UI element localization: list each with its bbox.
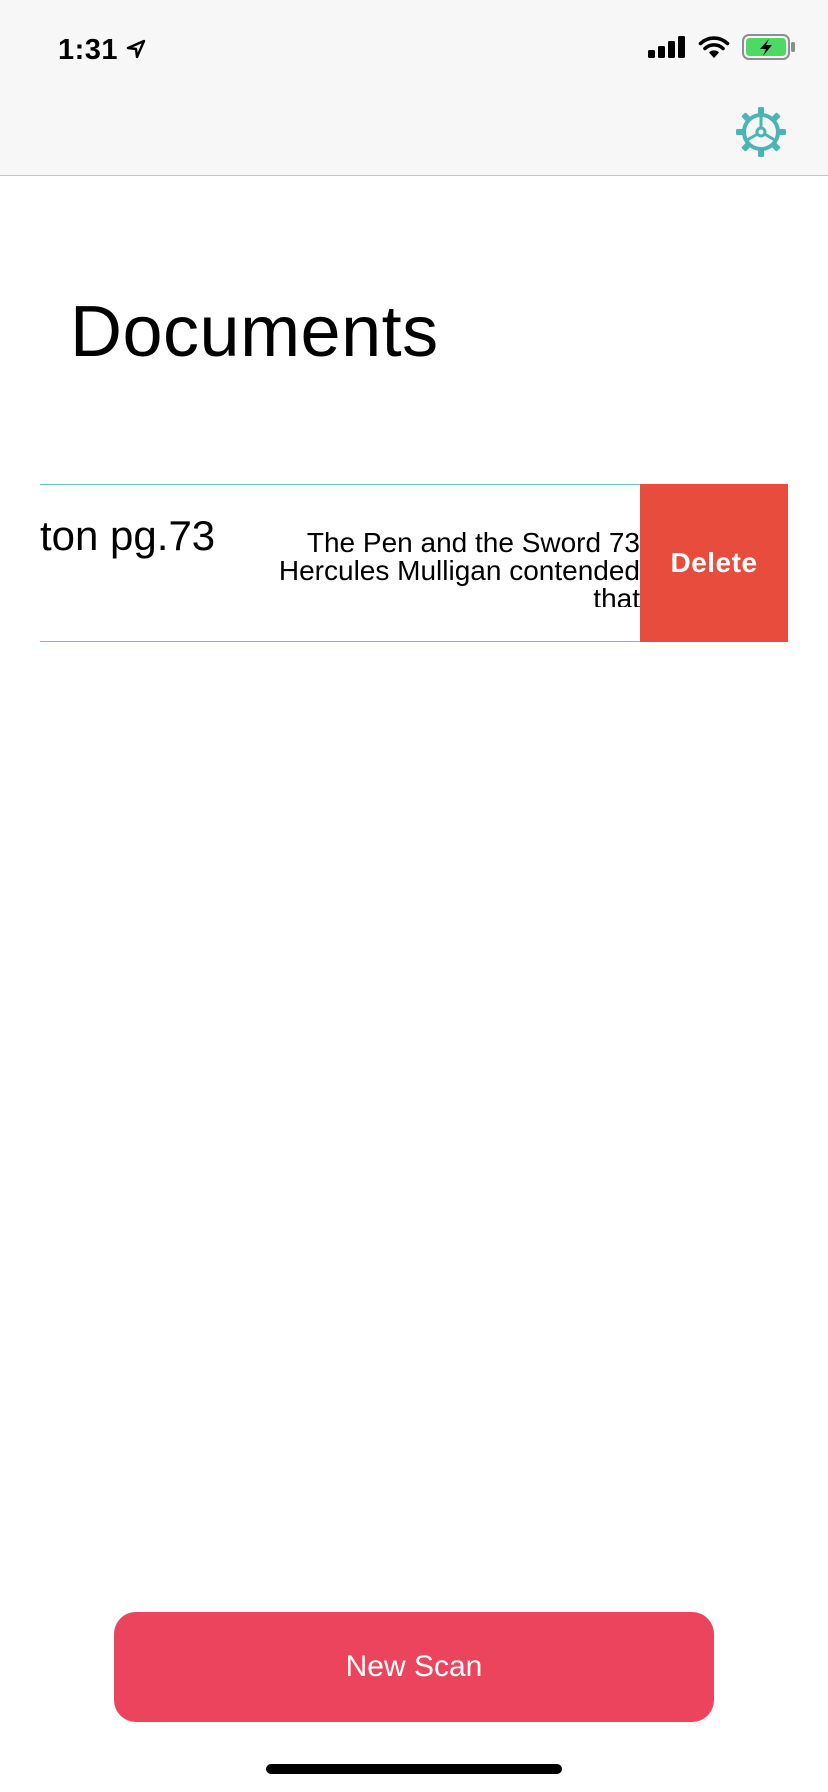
navigation-bar: 1:31 [0, 0, 828, 176]
status-time: 1:31 [58, 33, 119, 66]
page-title: Documents [70, 292, 439, 373]
delete-button[interactable]: Delete [640, 484, 788, 642]
settings-button[interactable] [733, 106, 789, 162]
gear-icon [735, 106, 787, 163]
document-title: ton pg.73 [40, 512, 216, 559]
document-row[interactable]: ton pg.73 The Pen and the Sword 73 Hercu… [40, 484, 640, 642]
status-time-group: 1:31 [58, 30, 146, 70]
home-indicator [266, 1764, 562, 1774]
new-scan-button[interactable]: New Scan [114, 1612, 714, 1722]
wifi-icon [698, 35, 730, 64]
status-icons [648, 34, 796, 65]
document-list: ton pg.73 The Pen and the Sword 73 Hercu… [40, 484, 788, 642]
location-arrow-icon [126, 34, 146, 67]
document-snippet: The Pen and the Sword 73 Hercules Mullig… [278, 529, 640, 607]
cellular-signal-icon [648, 36, 686, 63]
battery-charging-icon [742, 34, 796, 65]
